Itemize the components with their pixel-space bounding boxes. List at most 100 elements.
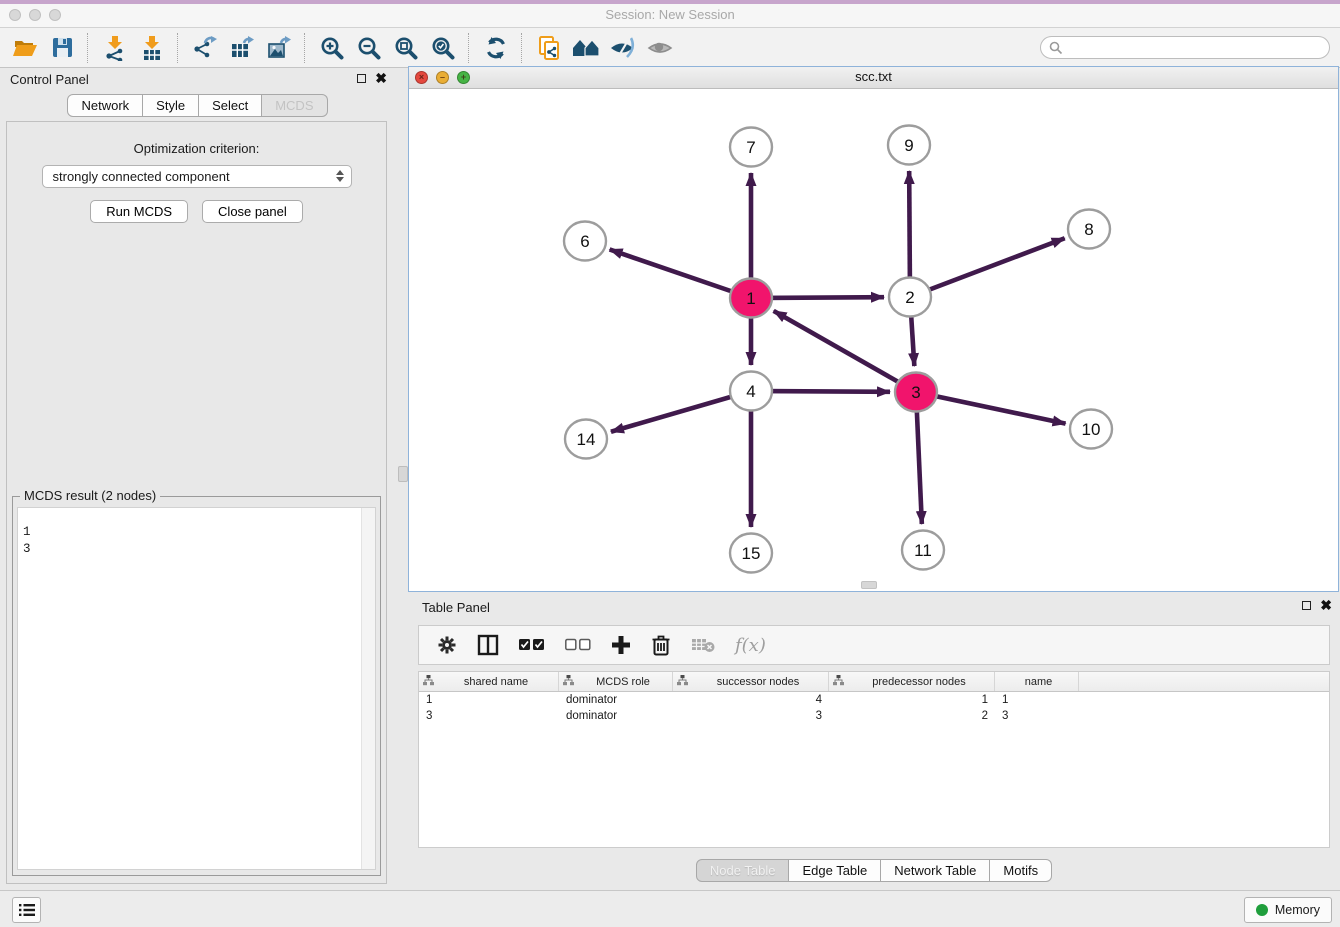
node-2[interactable]: 2	[889, 278, 931, 317]
mcds-result-textarea[interactable]: 1 3	[17, 507, 376, 870]
unselect-all-columns-button[interactable]	[565, 638, 591, 652]
delete-table-button[interactable]	[691, 637, 715, 653]
node-9[interactable]: 9	[888, 126, 930, 165]
tab-node-table[interactable]: Node Table	[696, 859, 790, 882]
criterion-dropdown[interactable]: strongly connected component	[42, 165, 352, 188]
tab-mcds[interactable]: MCDS	[262, 94, 327, 117]
search-icon	[1049, 41, 1063, 55]
node-7[interactable]: 7	[730, 128, 772, 167]
column-header-predecessor-nodes[interactable]: predecessor nodes	[829, 672, 995, 691]
mcds-result-group: MCDS result (2 nodes) 1 3	[12, 496, 381, 876]
edge-1-6[interactable]	[610, 249, 751, 298]
column-header-shared-name[interactable]: shared name	[419, 672, 559, 691]
hierarchy-icon	[423, 675, 434, 689]
table-row[interactable]: 3dominator323	[419, 708, 1329, 724]
memory-button[interactable]: Memory	[1244, 897, 1332, 923]
import-network-button[interactable]	[96, 32, 133, 64]
minimize-window-button[interactable]	[29, 9, 41, 21]
close-panel-button[interactable]: Close panel	[202, 200, 303, 223]
tab-network-table[interactable]: Network Table	[881, 859, 990, 882]
splitter-handle[interactable]	[398, 466, 408, 482]
table-cell[interactable]: 1	[419, 694, 559, 706]
table-cell[interactable]: 3	[995, 710, 1079, 722]
delete-column-button[interactable]	[651, 634, 671, 656]
show-all-button[interactable]	[641, 32, 678, 64]
node-15[interactable]: 15	[730, 534, 772, 573]
zoom-selected-button[interactable]	[424, 32, 461, 64]
create-column-button[interactable]	[611, 635, 631, 655]
zoom-in-icon	[319, 35, 345, 61]
table-body: 1dominator4113dominator323	[419, 692, 1329, 724]
save-session-button[interactable]	[43, 32, 80, 64]
node-4[interactable]: 4	[730, 372, 772, 411]
edge-3-10[interactable]	[916, 392, 1066, 424]
search-input[interactable]	[1040, 36, 1330, 59]
network-canvas[interactable]: 7 9 6 8 1 2 4 3 14 10 15 11	[409, 89, 1338, 591]
node-3[interactable]: 3	[895, 373, 937, 412]
tab-motifs[interactable]: Motifs	[990, 859, 1052, 882]
zoom-selected-icon	[430, 35, 456, 61]
memory-status-icon	[1256, 904, 1268, 916]
node-10[interactable]: 10	[1070, 410, 1112, 449]
function-builder-button[interactable]: f(x)	[735, 635, 766, 656]
tab-select[interactable]: Select	[199, 94, 262, 117]
node-8[interactable]: 8	[1068, 210, 1110, 249]
node-6[interactable]: 6	[564, 222, 606, 261]
svg-text:7: 7	[746, 138, 755, 157]
table-row[interactable]: 1dominator411	[419, 692, 1329, 708]
import-table-button[interactable]	[133, 32, 170, 64]
run-mcds-button[interactable]: Run MCDS	[90, 200, 188, 223]
node-1[interactable]: 1	[730, 279, 772, 318]
task-history-button[interactable]	[12, 897, 41, 923]
network-window-titlebar[interactable]: × – + scc.txt	[409, 67, 1338, 89]
table-cell[interactable]: 4	[673, 694, 829, 706]
node-14[interactable]: 14	[565, 420, 607, 459]
zoom-out-icon	[356, 35, 382, 61]
table-cell[interactable]: 1	[995, 694, 1079, 706]
zoom-out-button[interactable]	[350, 32, 387, 64]
tab-edge-table[interactable]: Edge Table	[789, 859, 881, 882]
table-cell[interactable]: 3	[673, 710, 829, 722]
frame-maximize-button[interactable]: +	[457, 71, 470, 84]
table-panel-tabs: Node TableEdge TableNetwork TableMotifs	[408, 859, 1340, 882]
clone-network-button[interactable]	[530, 32, 567, 64]
close-panel-icon[interactable]: ✖	[375, 72, 387, 84]
column-header-name[interactable]: name	[995, 672, 1079, 691]
frame-close-button[interactable]: ×	[415, 71, 428, 84]
result-scrollbar[interactable]	[361, 508, 375, 869]
table-cell[interactable]: 2	[829, 710, 995, 722]
close-panel-icon[interactable]: ✖	[1320, 599, 1332, 611]
frame-minimize-button[interactable]: –	[436, 71, 449, 84]
table-cell[interactable]: 3	[419, 710, 559, 722]
node-11[interactable]: 11	[902, 531, 944, 570]
close-window-button[interactable]	[9, 9, 21, 21]
edge-3-1[interactable]	[774, 311, 916, 392]
tab-network[interactable]: Network	[67, 94, 143, 117]
table-cell[interactable]: dominator	[559, 710, 673, 722]
column-header-MCDS-role[interactable]: MCDS role	[559, 672, 673, 691]
show-column-panel-button[interactable]	[477, 634, 499, 656]
export-image-icon	[266, 35, 292, 61]
tab-style[interactable]: Style	[143, 94, 199, 117]
export-table-button[interactable]	[223, 32, 260, 64]
select-all-columns-button[interactable]	[519, 638, 545, 652]
float-panel-icon[interactable]	[357, 74, 366, 83]
refresh-layout-button[interactable]	[477, 32, 514, 64]
column-header-successor-nodes[interactable]: successor nodes	[673, 672, 829, 691]
zoom-window-button[interactable]	[49, 9, 61, 21]
list-icon	[19, 903, 35, 917]
columns-icon	[477, 634, 499, 656]
hide-selected-button[interactable]	[604, 32, 641, 64]
export-network-button[interactable]	[186, 32, 223, 64]
zoom-fit-button[interactable]	[387, 32, 424, 64]
frame-resize-handle[interactable]	[861, 581, 877, 589]
export-image-button[interactable]	[260, 32, 297, 64]
table-cell[interactable]: dominator	[559, 694, 673, 706]
table-options-button[interactable]	[437, 635, 457, 655]
table-cell[interactable]: 1	[829, 694, 995, 706]
first-neighbors-button[interactable]	[567, 32, 604, 64]
zoom-in-button[interactable]	[313, 32, 350, 64]
float-panel-icon[interactable]	[1302, 601, 1311, 610]
edge-2-8[interactable]	[910, 238, 1065, 297]
open-session-button[interactable]	[6, 32, 43, 64]
